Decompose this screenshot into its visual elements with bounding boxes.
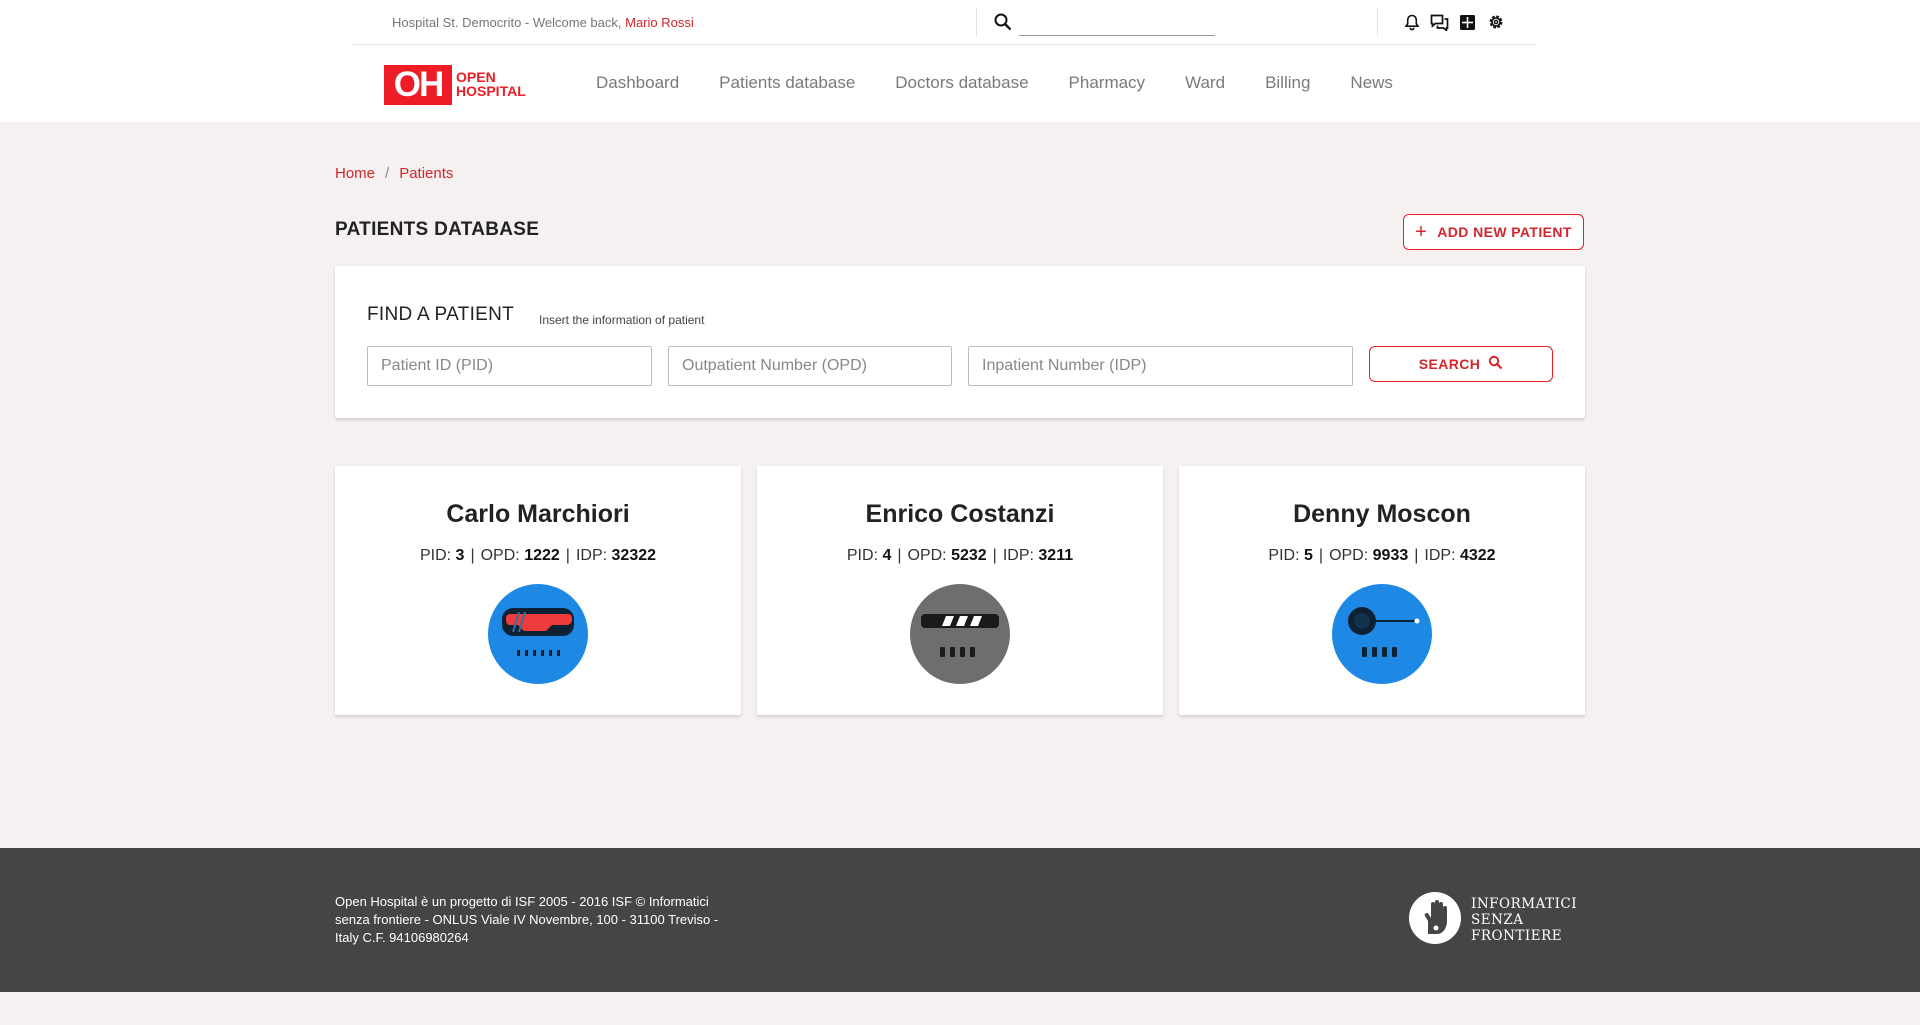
apps-grid-icon[interactable] [1458, 13, 1477, 32]
search-icon [1488, 355, 1503, 373]
patient-ids: PID: 3 | OPD: 1222 | IDP: 32322 [335, 547, 741, 565]
robot-striped-visor-icon [910, 584, 1010, 684]
global-search [976, 8, 1253, 36]
footer: Open Hospital è un progetto di ISF 2005 … [0, 848, 1920, 992]
nav-dashboard[interactable]: Dashboard [596, 73, 679, 93]
patient-ids: PID: 4 | OPD: 5232 | IDP: 3211 [757, 547, 1163, 565]
search-button[interactable]: SEARCH [1369, 346, 1553, 382]
bell-icon[interactable] [1402, 13, 1421, 32]
header: Hospital St. Democrito - Welcome back, M… [0, 0, 1920, 122]
add-new-patient-label: ADD NEW PATIENT [1437, 224, 1572, 240]
pid-value: 3 [455, 547, 465, 564]
idp-label: IDP: [1424, 547, 1456, 564]
global-search-input[interactable] [1019, 8, 1215, 36]
separator: | [565, 547, 570, 564]
page-title: PATIENTS DATABASE [335, 219, 540, 240]
nav-billing[interactable]: Billing [1265, 73, 1310, 93]
nav-news[interactable]: News [1350, 73, 1393, 93]
nav-pharmacy[interactable]: Pharmacy [1069, 73, 1146, 93]
idp-value: 32322 [611, 547, 657, 564]
opd-label: OPD: [480, 547, 520, 564]
idp-input[interactable] [968, 346, 1353, 386]
separator: | [1318, 547, 1324, 564]
logo-line-2: HOSPITAL [456, 83, 526, 99]
isf-line-3: FRONTIERE [1471, 928, 1563, 944]
hand-icon [1409, 892, 1461, 944]
opd-label: OPD: [907, 547, 947, 564]
opd-value: 9933 [1372, 547, 1409, 564]
pid-label: PID: [1268, 547, 1300, 564]
logo-mark: OH [384, 65, 452, 105]
logo-line-1: OPEN [456, 69, 496, 85]
idp-label: IDP: [575, 547, 608, 564]
patient-name: Carlo Marchiori [446, 500, 630, 528]
isf-logo[interactable]: INFORMATICI SENZA FRONTIERE [1409, 892, 1585, 946]
topbar: Hospital St. Democrito - Welcome back, M… [353, 0, 1536, 45]
welcome-text: Hospital St. Democrito - Welcome back, [392, 15, 622, 30]
search-button-label: SEARCH [1418, 356, 1481, 372]
pid-label: PID: [846, 547, 878, 564]
idp-value: 3211 [1038, 547, 1074, 564]
patient-name: Denny Moscon [1293, 500, 1471, 528]
opd-value: 5232 [951, 547, 987, 564]
separator: | [1414, 547, 1419, 564]
robot-visor-icon [488, 584, 588, 684]
separator: | [992, 547, 997, 564]
nav-patients-database[interactable]: Patients database [719, 73, 855, 93]
breadcrumb-home[interactable]: Home [335, 165, 375, 182]
find-patient-subtitle: Insert the information of patient [539, 313, 705, 327]
open-hospital-logo[interactable]: OH OPEN HOSPITAL [384, 65, 536, 105]
nav-doctors-database[interactable]: Doctors database [895, 73, 1028, 93]
idp-label: IDP: [1002, 547, 1034, 564]
search-icon[interactable] [993, 12, 1013, 32]
find-patient-title: FIND A PATIENT [367, 304, 515, 325]
plus-icon: + [1415, 221, 1428, 243]
gear-icon[interactable] [1486, 13, 1505, 32]
patient-card[interactable]: Enrico Costanzi PID: 4 | OPD: 5232 | IDP: 32… [757, 466, 1163, 715]
isf-line-2: SENZA [1471, 912, 1524, 928]
top-icons [1377, 8, 1517, 36]
patient-card[interactable]: Carlo Marchiori PID: 3 | OPD: 1222 | IDP: 32… [335, 466, 741, 715]
patient-name: Enrico Costanzi [865, 500, 1055, 528]
separator: | [470, 547, 475, 564]
welcome-message: Hospital St. Democrito - Welcome back, M… [392, 15, 694, 30]
pid-value: 5 [1304, 547, 1313, 564]
user-name-link[interactable]: Mario Rossi [625, 15, 694, 30]
footer-text: Open Hospital è un progetto di ISF 2005 … [335, 894, 719, 945]
breadcrumb-current: Patients [399, 165, 454, 182]
opd-value: 1222 [524, 547, 560, 564]
logo-text: OPEN HOSPITAL [456, 70, 526, 98]
pid-label: PID: [419, 547, 452, 564]
breadcrumb-separator: / [385, 165, 390, 182]
nav-ward[interactable]: Ward [1185, 73, 1225, 93]
patient-ids: PID: 5 | OPD: 9933 | IDP: 4322 [1179, 547, 1585, 565]
idp-value: 4322 [1459, 547, 1496, 564]
robot-eye-icon [1332, 584, 1432, 684]
opd-label: OPD: [1329, 547, 1369, 564]
opd-input[interactable] [668, 346, 952, 386]
pid-input[interactable] [367, 346, 652, 386]
add-new-patient-button[interactable]: + ADD NEW PATIENT [1403, 214, 1584, 250]
isf-line-1: INFORMATICI [1471, 896, 1578, 912]
find-patient-panel: FIND A PATIENT Insert the information of… [335, 266, 1585, 418]
chat-icon[interactable] [1430, 13, 1449, 32]
isf-logo-text: INFORMATICI SENZA FRONTIERE [1471, 896, 1577, 944]
separator: | [897, 547, 902, 564]
patient-card[interactable]: Denny Moscon PID: 5 | OPD: 9933 | IDP: 4322 [1179, 466, 1585, 715]
breadcrumb: Home / Patients [335, 165, 453, 182]
pid-value: 4 [882, 547, 892, 564]
main-nav: Dashboard Patients database Doctors data… [596, 73, 1433, 93]
